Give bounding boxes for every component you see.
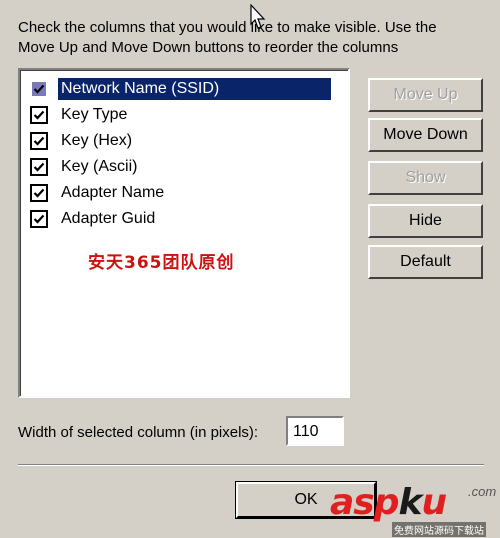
columns-listbox[interactable]: Network Name (SSID) Key Type Key (Hex) K… <box>18 68 350 398</box>
checkbox[interactable] <box>30 158 48 176</box>
instructions-line-2: Move Up and Move Down buttons to reorder… <box>18 39 399 56</box>
checkbox[interactable] <box>30 106 48 124</box>
logo-suffix: .com <box>468 484 497 499</box>
logo-subtitle: 免费网站源码下载站 <box>392 522 486 537</box>
move-down-button[interactable]: Move Down <box>368 118 483 152</box>
list-item-label: Adapter Name <box>61 184 165 201</box>
hide-button[interactable]: Hide <box>368 204 483 238</box>
list-item-label: Adapter Guid <box>61 210 156 227</box>
logo-wordmark: aspku <box>330 482 447 523</box>
checkmark-icon <box>33 188 45 198</box>
column-width-label: Width of selected column (in pixels): <box>18 424 259 441</box>
list-item[interactable]: Adapter Name <box>28 182 331 204</box>
watermark-text: 安天365团队原创 <box>88 253 235 273</box>
list-item[interactable]: Key Type <box>28 104 331 126</box>
checkmark-icon <box>33 136 45 146</box>
list-item-label: Key (Hex) <box>61 132 133 149</box>
checkbox[interactable] <box>30 184 48 202</box>
checkmark-icon <box>33 110 45 120</box>
site-logo: aspku .com 免费网站源码下载站 <box>330 478 500 538</box>
list-item[interactable]: Adapter Guid <box>28 208 331 230</box>
list-item-label: Network Name (SSID) <box>58 78 331 100</box>
move-up-button[interactable]: Move Up <box>368 78 483 112</box>
checkmark-icon <box>33 162 45 172</box>
checkmark-icon <box>33 214 45 224</box>
list-item[interactable]: Network Name (SSID) <box>28 78 331 100</box>
column-width-input[interactable]: 110 <box>286 416 344 446</box>
list-item[interactable]: Key (Hex) <box>28 130 331 152</box>
separator <box>18 464 484 466</box>
list-item-label: Key (Ascii) <box>61 158 138 175</box>
default-button[interactable]: Default <box>368 245 483 279</box>
checkbox[interactable] <box>30 80 48 98</box>
checkbox[interactable] <box>30 132 48 150</box>
list-item-label: Key Type <box>61 106 128 123</box>
checkbox[interactable] <box>30 210 48 228</box>
checkmark-icon <box>33 84 45 94</box>
mouse-cursor-icon <box>250 4 266 29</box>
show-button[interactable]: Show <box>368 161 483 195</box>
list-item[interactable]: Key (Ascii) <box>28 156 331 178</box>
